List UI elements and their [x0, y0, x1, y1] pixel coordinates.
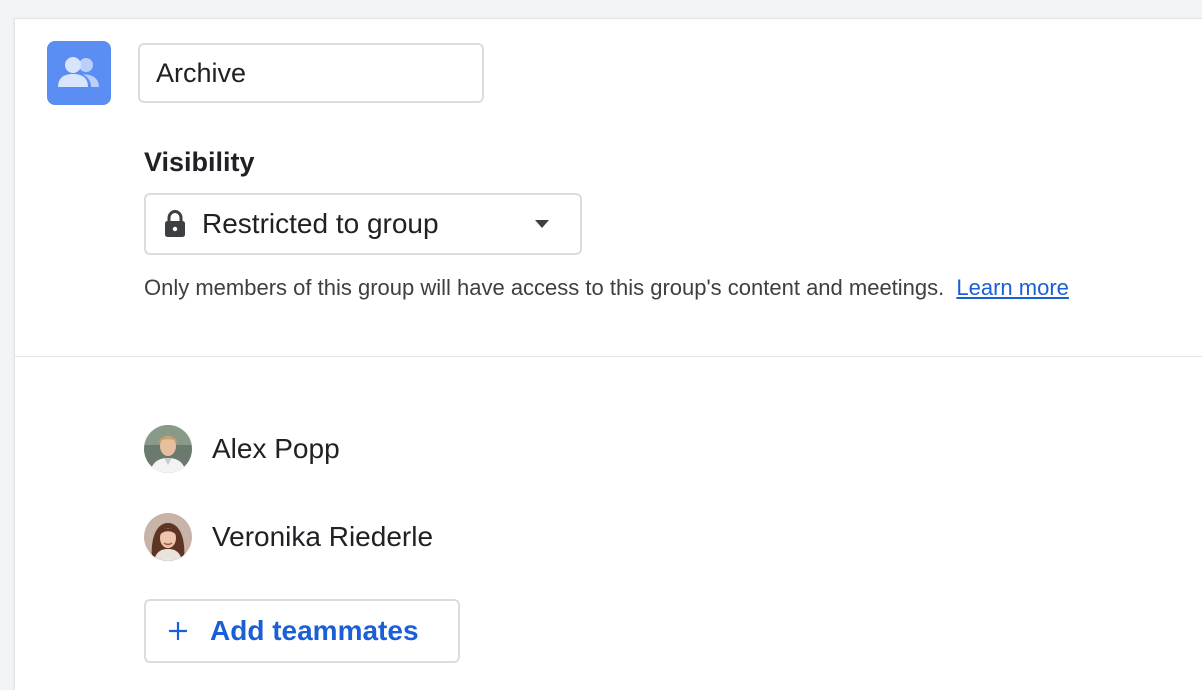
caret-down-icon	[535, 220, 549, 228]
avatar	[144, 513, 192, 561]
add-teammates-button[interactable]: Add teammates	[144, 599, 460, 663]
lock-icon	[165, 210, 185, 237]
page: Visibility Restricted to group Only memb…	[0, 0, 1202, 690]
section-divider	[15, 356, 1202, 357]
group-people-icon	[58, 57, 99, 87]
plus-icon	[169, 622, 187, 640]
visibility-selected-value: Restricted to group	[202, 208, 439, 239]
visibility-help-text: Only members of this group will have acc…	[144, 275, 945, 300]
visibility-label: Visibility	[144, 147, 255, 177]
member-name: Alex Popp	[212, 433, 340, 464]
member-row: Veronika Riederle	[144, 513, 433, 561]
avatar	[144, 425, 192, 473]
visibility-dropdown[interactable]: Restricted to group	[144, 193, 582, 255]
group-settings-panel: Visibility Restricted to group Only memb…	[14, 18, 1202, 690]
learn-more-link[interactable]: Learn more	[956, 275, 1069, 300]
group-avatar[interactable]	[47, 41, 111, 105]
member-name: Veronika Riederle	[212, 521, 434, 552]
add-teammates-label: Add teammates	[210, 615, 419, 646]
visibility-help: Only members of this group will have acc…	[144, 275, 1069, 301]
group-name-input[interactable]	[138, 43, 484, 103]
member-row: Alex Popp	[144, 425, 340, 473]
